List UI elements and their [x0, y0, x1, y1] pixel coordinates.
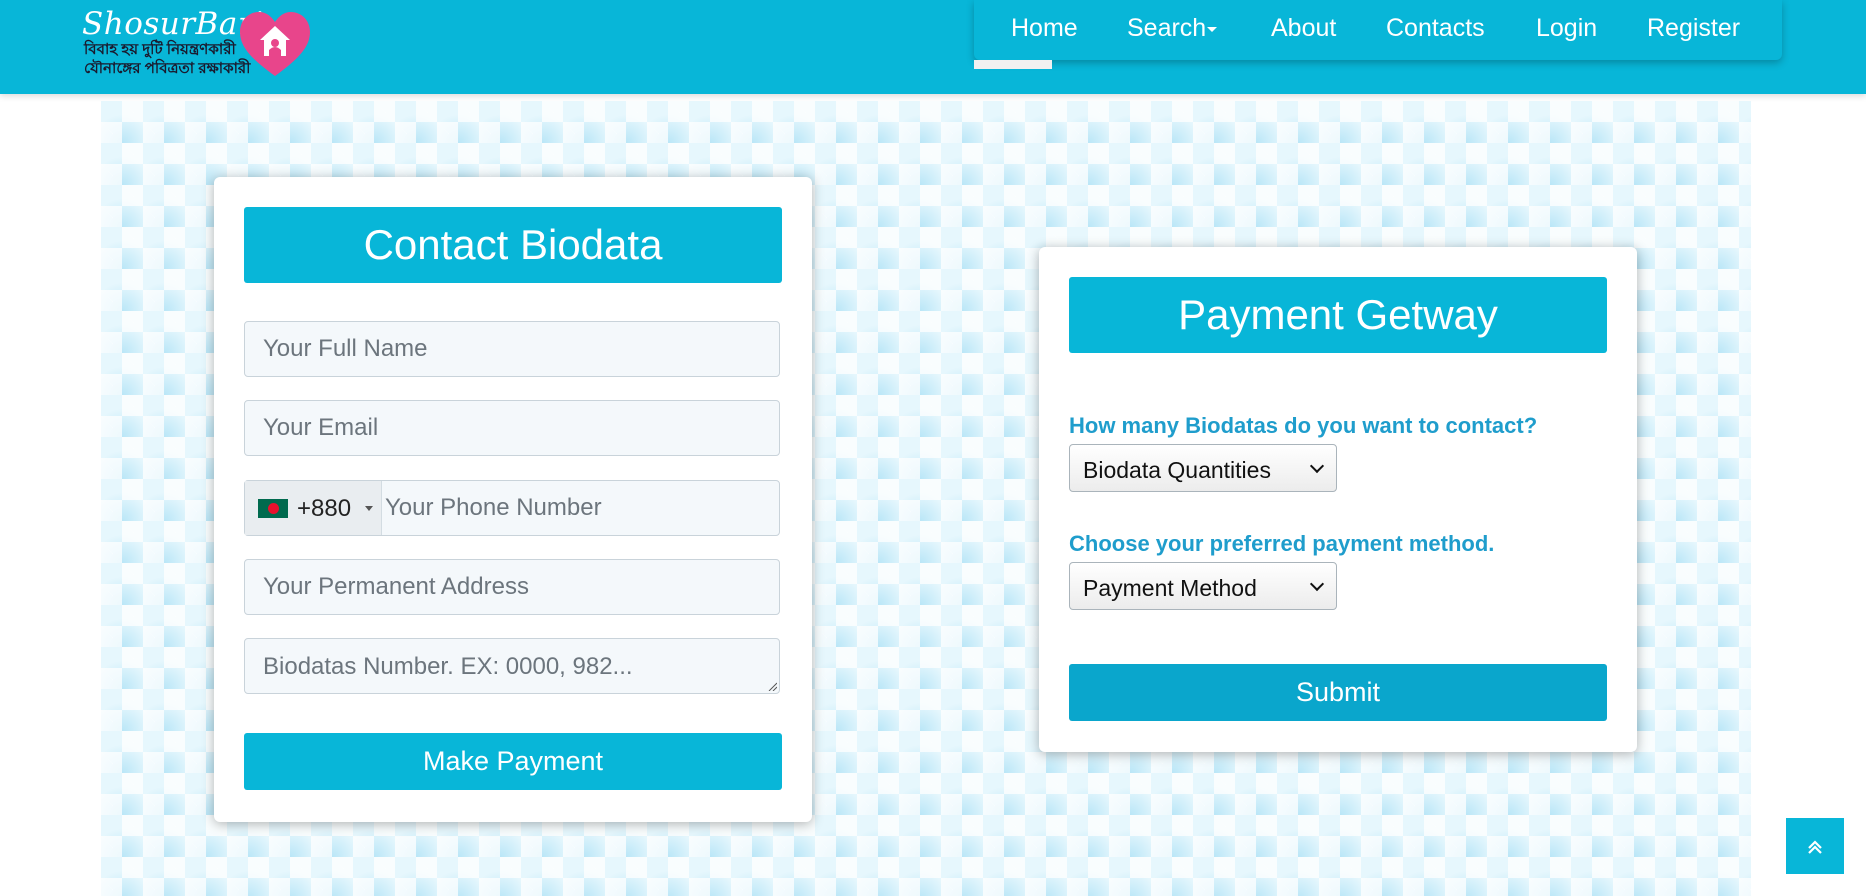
- nav-login[interactable]: Login: [1536, 14, 1597, 43]
- nav-active-indicator: [974, 60, 1052, 69]
- payment-gateway-card: Payment Getway How many Biodatas do you …: [1039, 247, 1637, 752]
- address-field[interactable]: [244, 559, 780, 615]
- caret-down-icon: [365, 506, 373, 511]
- phone-input-wrap: [381, 481, 779, 535]
- nav-search-label: Search: [1127, 14, 1207, 42]
- site-header: ShosurBari বিবাহ হয় দুটি নিয়ন্ত্রণকারী…: [0, 0, 1866, 94]
- submit-button[interactable]: Submit: [1069, 664, 1607, 721]
- nav-contacts[interactable]: Contacts: [1386, 14, 1485, 43]
- nav-search[interactable]: Search: [1127, 14, 1218, 43]
- chevron-down-icon: [1309, 576, 1325, 592]
- contact-biodata-card: Contact Biodata +880 Make Payment: [214, 177, 812, 822]
- nav-register[interactable]: Register: [1647, 14, 1740, 43]
- payment-method-select[interactable]: Payment Method: [1069, 562, 1337, 610]
- quantity-question: How many Biodatas do you want to contact…: [1069, 413, 1538, 438]
- full-name-input[interactable]: [245, 322, 779, 376]
- brand-name: ShosurBari: [82, 6, 264, 42]
- email-field[interactable]: [244, 400, 780, 456]
- nav-about[interactable]: About: [1271, 14, 1336, 43]
- chevron-down-icon: [1207, 26, 1218, 32]
- full-name-field[interactable]: [244, 321, 780, 377]
- resize-handle-icon[interactable]: [767, 681, 777, 691]
- bangladesh-flag-icon: [258, 499, 288, 518]
- address-input[interactable]: [245, 560, 779, 614]
- payment-method-value: Payment Method: [1083, 575, 1257, 601]
- contact-biodata-title: Contact Biodata: [244, 207, 782, 283]
- main-nav: Home Search About Contacts Login Registe…: [974, 0, 1782, 60]
- nav-home[interactable]: Home: [1011, 14, 1078, 43]
- dial-code: +880: [297, 495, 352, 522]
- heart-house-icon: [240, 12, 310, 76]
- payment-gateway-title: Payment Getway: [1069, 277, 1607, 353]
- biodata-quantity-value: Biodata Quantities: [1083, 457, 1271, 483]
- payment-method-question: Choose your preferred payment method.: [1069, 531, 1495, 556]
- biodatas-number-textarea[interactable]: [245, 639, 779, 693]
- biodata-quantity-select[interactable]: Biodata Quantities: [1069, 444, 1337, 492]
- phone-input[interactable]: [381, 481, 779, 535]
- country-code-selector[interactable]: +880: [245, 481, 382, 535]
- scroll-to-top-button[interactable]: [1786, 818, 1844, 874]
- chevron-down-icon: [1309, 458, 1325, 474]
- biodatas-number-field[interactable]: [244, 638, 780, 694]
- brand-tagline-line2: যৌনাঙ্গের পবিত্রতা রক্ষাকারী: [84, 60, 251, 77]
- double-chevron-up-icon: [1808, 840, 1822, 854]
- site-logo[interactable]: ShosurBari বিবাহ হয় দুটি নিয়ন্ত্রণকারী…: [80, 4, 320, 88]
- make-payment-button[interactable]: Make Payment: [244, 733, 782, 790]
- email-input[interactable]: [245, 401, 779, 455]
- phone-field: +880: [244, 480, 780, 536]
